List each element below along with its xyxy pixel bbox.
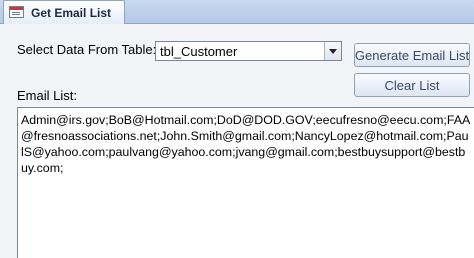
- generate-email-list-button[interactable]: Generate Email List: [354, 43, 470, 67]
- form-tab[interactable]: Get Email List: [3, 0, 125, 24]
- form-icon: [9, 6, 24, 18]
- clear-list-button[interactable]: Clear List: [354, 73, 470, 97]
- form-tab-title: Get Email List: [31, 6, 112, 20]
- dropdown-arrow-icon[interactable]: [324, 42, 341, 60]
- document-tab-strip: Get Email List: [0, 0, 474, 24]
- email-list-text: Admin@irs.gov;BoB@Hotmail.com;DoD@DOD.GO…: [21, 113, 471, 175]
- email-list-textbox[interactable]: Admin@irs.gov;BoB@Hotmail.com;DoD@DOD.GO…: [17, 107, 474, 258]
- select-table-label: Select Data From Table:: [17, 42, 157, 57]
- email-list-label: Email List:: [17, 88, 77, 103]
- table-select-combo[interactable]: tbl_Customer: [155, 41, 342, 61]
- table-select-value: tbl_Customer: [160, 44, 238, 59]
